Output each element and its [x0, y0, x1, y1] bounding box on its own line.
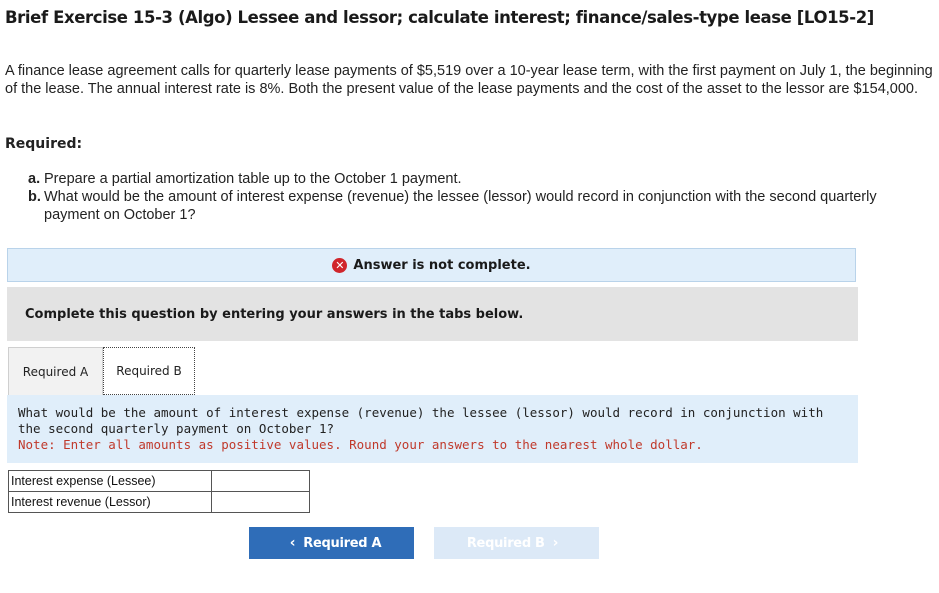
chevron-right-icon: ›: [552, 535, 559, 551]
interest-revenue-input[interactable]: [212, 492, 308, 512]
interest-expense-cell: [211, 470, 310, 492]
page-title: Brief Exercise 15-3 (Algo) Lessee and le…: [5, 8, 874, 27]
error-x-icon: ✕: [332, 257, 348, 273]
tab-bar: Required A Required B: [8, 347, 195, 395]
next-required-b-button[interactable]: Required B ›: [434, 527, 599, 559]
tab-required-a[interactable]: Required A: [8, 347, 103, 395]
requirement-a-label: a.: [28, 171, 41, 187]
requirement-a-text: Prepare a partial amortization table up …: [44, 171, 462, 187]
requirement-b-text: What would be the amount of interest exp…: [44, 189, 877, 223]
prev-button-label: Required A: [303, 535, 382, 551]
question-note: Note: Enter all amounts as positive valu…: [18, 437, 703, 452]
tab-required-b[interactable]: Required B: [103, 347, 195, 395]
table-row: Interest revenue (Lessor): [8, 491, 310, 513]
interest-expense-input[interactable]: [212, 471, 308, 491]
question-text: What would be the amount of interest exp…: [18, 405, 824, 436]
instruction-text: Complete this question by entering your …: [25, 306, 524, 322]
question-panel: What would be the amount of interest exp…: [7, 395, 858, 463]
chevron-left-icon: ‹: [289, 535, 296, 551]
requirement-a: a. Prepare a partial amortization table …: [28, 170, 908, 188]
requirement-b: b. What would be the amount of interest …: [28, 188, 908, 224]
requirements-list: a. Prepare a partial amortization table …: [28, 170, 908, 224]
answer-status-banner: ✕ Answer is not complete.: [7, 248, 856, 282]
answer-table: Interest expense (Lessee) Interest reven…: [8, 470, 310, 513]
answer-status-text: Answer is not complete.: [353, 257, 531, 273]
prev-required-a-button[interactable]: ‹ Required A: [249, 527, 414, 559]
interest-expense-label: Interest expense (Lessee): [8, 470, 212, 492]
table-row: Interest expense (Lessee): [8, 470, 310, 492]
problem-description: A finance lease agreement calls for quar…: [5, 63, 933, 97]
requirement-b-label: b.: [28, 189, 41, 205]
instruction-banner: Complete this question by entering your …: [7, 287, 858, 341]
next-button-label: Required B: [466, 535, 545, 551]
interest-revenue-cell: [211, 491, 310, 513]
interest-revenue-label: Interest revenue (Lessor): [8, 491, 212, 513]
required-heading: Required:: [5, 136, 83, 152]
